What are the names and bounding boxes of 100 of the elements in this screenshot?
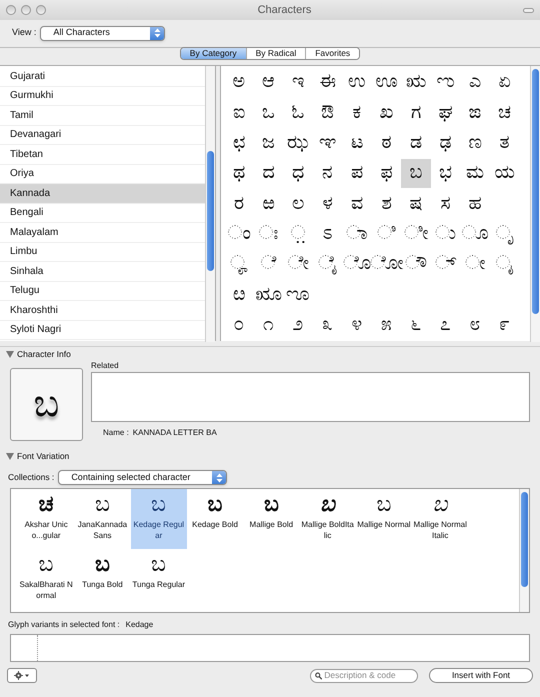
character-cell[interactable]: ಶ xyxy=(372,189,401,218)
character-cell[interactable]: ಓ xyxy=(283,98,312,128)
character-cell[interactable]: ೦ xyxy=(224,310,254,340)
character-cell[interactable]: ಚ xyxy=(490,98,519,128)
character-cell[interactable]: ಜ xyxy=(254,128,283,158)
character-cell[interactable]: ಯ xyxy=(490,158,519,188)
character-cell[interactable]: ಾ xyxy=(342,220,372,249)
character-cell[interactable]: ೮ xyxy=(460,310,490,340)
tab[interactable]: Favorites xyxy=(305,48,360,59)
character-cell[interactable]: ಅ xyxy=(224,68,254,97)
character-cell[interactable]: ೞ xyxy=(224,280,254,310)
character-cell[interactable]: ಗ xyxy=(401,98,430,128)
character-cell[interactable]: ಹ xyxy=(460,189,490,218)
character-cell[interactable]: ೠ xyxy=(254,280,283,310)
character-cell[interactable]: ೨ xyxy=(283,310,312,340)
character-cell[interactable]: ಋ xyxy=(401,68,430,97)
character-cell[interactable]: ೩ xyxy=(312,310,342,340)
font-option[interactable]: ಬ Mallige Normal xyxy=(356,489,412,549)
character-cell[interactable]: ೀ xyxy=(401,220,430,249)
character-cell[interactable]: ಖ xyxy=(372,98,401,128)
character-cell[interactable]: ಥ xyxy=(224,158,254,188)
character-cell[interactable]: ಉ xyxy=(342,68,372,97)
insert-with-font-button[interactable]: Insert with Font xyxy=(429,668,533,683)
category-item[interactable]: Syloti Nagri xyxy=(0,320,205,340)
character-cell[interactable]: ಪ xyxy=(342,158,372,188)
character-cell[interactable]: ಔ xyxy=(312,98,342,128)
character-cell[interactable]: ್ xyxy=(430,250,460,279)
font-option[interactable]: ಬ SakalBharati Normal xyxy=(18,549,74,609)
character-cell[interactable]: ರ xyxy=(224,189,254,218)
font-option[interactable]: ಬ Mallige Bold xyxy=(243,489,300,549)
character-cell[interactable]: ಌ xyxy=(430,68,460,97)
character-cell[interactable]: ಡ xyxy=(401,128,430,158)
character-cell[interactable]: ಳ xyxy=(312,189,342,218)
font-option[interactable]: ಬ Kedage Bold xyxy=(186,489,244,549)
character-cell[interactable]: ಭ xyxy=(430,158,460,188)
character-cell[interactable]: ಕ xyxy=(342,98,372,128)
character-cell[interactable]: ಸ xyxy=(430,189,460,218)
character-cell[interactable]: ಇ xyxy=(283,68,312,97)
character-cell[interactable]: ೋ xyxy=(372,250,401,279)
character-cell[interactable]: ಂ xyxy=(224,220,254,249)
font-option[interactable]: ಬ Kedage Regular xyxy=(130,489,187,549)
font-option[interactable]: ಬ Mallige BoldItalic xyxy=(299,489,356,549)
disclosure-triangle-icon[interactable] xyxy=(6,350,14,358)
character-cell[interactable]: ಿ xyxy=(372,220,401,249)
character-cell[interactable]: ಏ xyxy=(490,68,519,97)
character-cell[interactable]: ೄ xyxy=(224,250,254,279)
character-cell[interactable]: ಬ xyxy=(401,158,430,188)
character-cell[interactable]: ನ xyxy=(312,158,342,188)
category-item[interactable]: Bengali xyxy=(0,204,205,223)
category-item[interactable]: Devanagari xyxy=(0,126,205,145)
character-cell[interactable]: ಼ xyxy=(283,220,312,249)
character-cell[interactable]: ಷ xyxy=(401,189,430,218)
font-option[interactable]: ಬ Tunga Bold xyxy=(74,549,131,609)
character-cell[interactable]: ಞ xyxy=(312,128,342,158)
view-dropdown[interactable]: All Characters xyxy=(40,26,166,40)
character-cell[interactable]: ಲ xyxy=(283,189,312,218)
font-option[interactable]: ಬ Tunga Regular xyxy=(130,549,187,609)
character-cell[interactable]: ಢ xyxy=(430,128,460,158)
character-cell[interactable]: ಒ xyxy=(254,98,283,128)
font-option[interactable]: ಚ Akshar Unico...gular xyxy=(18,489,74,549)
scrollbar[interactable] xyxy=(519,489,529,612)
character-cell[interactable]: ಱ xyxy=(254,189,283,218)
character-cell[interactable]: ಧ xyxy=(283,158,312,188)
character-cell[interactable]: ೃ xyxy=(490,220,519,249)
character-cell[interactable]: ೬ xyxy=(401,310,430,340)
character-cell[interactable]: ಟ xyxy=(342,128,372,158)
character-cell[interactable]: ಣ xyxy=(460,128,490,158)
search-field[interactable]: Description & code xyxy=(310,668,418,682)
character-cell[interactable]: ವ xyxy=(342,189,372,218)
category-item[interactable]: Limbu xyxy=(0,242,205,262)
category-item[interactable]: Telugu xyxy=(0,282,205,301)
character-cell[interactable]: ಫ xyxy=(372,158,401,188)
character-cell[interactable]: ೊ xyxy=(342,250,372,279)
disclosure-triangle-icon[interactable] xyxy=(6,452,14,460)
character-cell[interactable]: ಊ xyxy=(372,68,401,97)
collections-dropdown[interactable]: Containing selected character xyxy=(58,470,228,485)
character-cell[interactable]: ೂ xyxy=(460,220,490,249)
category-item[interactable]: Oriya xyxy=(0,164,205,184)
scrollbar[interactable] xyxy=(530,66,540,342)
character-cell[interactable]: ೖ xyxy=(490,250,519,279)
character-cell[interactable]: ದ xyxy=(254,158,283,188)
character-cell[interactable]: ೭ xyxy=(430,310,460,340)
character-cell[interactable]: ೫ xyxy=(372,310,401,340)
character-cell[interactable]: ೡ xyxy=(283,280,312,310)
character-cell[interactable]: ೯ xyxy=(490,310,519,340)
font-option[interactable]: ಬ Mallige NormalItalic xyxy=(412,489,468,549)
character-cell[interactable]: ೆ xyxy=(254,250,283,279)
character-cell[interactable]: ಝ xyxy=(283,128,312,158)
character-cell[interactable]: ಽ xyxy=(312,220,342,249)
tab[interactable]: By Category xyxy=(180,48,246,59)
character-cell[interactable]: ಆ xyxy=(254,68,283,97)
character-cell[interactable]: ಙ xyxy=(460,98,490,128)
category-item[interactable]: Gurmukhi xyxy=(0,86,205,106)
toolbar-toggle-button[interactable] xyxy=(523,8,534,12)
font-option[interactable]: ಬ JanaKannada Sans xyxy=(74,489,131,549)
character-cell[interactable]: ಛ xyxy=(224,128,254,158)
character-cell[interactable]: ಘ xyxy=(430,98,460,128)
character-cell[interactable]: ು xyxy=(430,220,460,249)
character-cell[interactable]: ಈ xyxy=(312,68,342,97)
character-cell[interactable]: ೇ xyxy=(283,250,312,279)
